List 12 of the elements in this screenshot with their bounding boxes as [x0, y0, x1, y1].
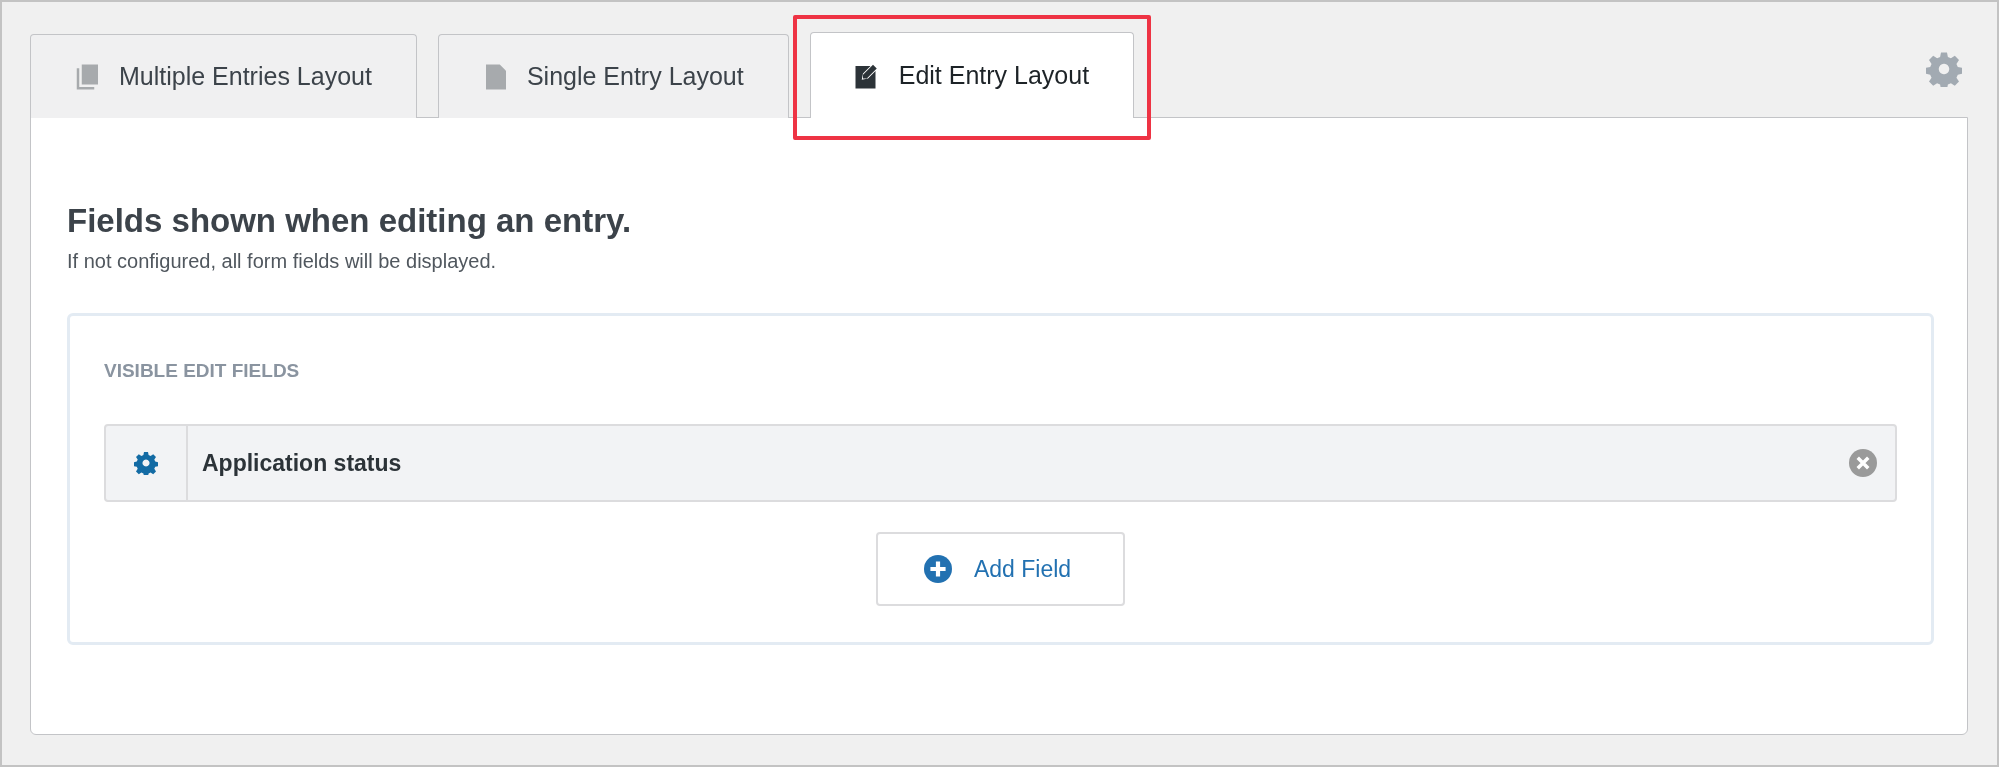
tab[interactable]: Single Entry Layout — [437, 34, 789, 118]
field-row[interactable]: Application status — [104, 424, 1897, 502]
settings-icon[interactable] — [134, 451, 158, 475]
tab[interactable]: Multiple Entries Layout — [30, 34, 417, 118]
plus-icon — [923, 555, 952, 583]
section-title: VISIBLE EDIT FIELDS — [104, 360, 301, 382]
add-field-button[interactable]: Add Field — [875, 532, 1126, 606]
tab[interactable]: Edit Entry Layout — [809, 32, 1135, 118]
close-icon[interactable] — [1849, 449, 1877, 477]
section-heading: Fields shown when editing an entry. — [67, 202, 633, 240]
description: If not configured, all form fields will be displayed. — [67, 250, 498, 273]
field-label: Application status — [201, 449, 403, 477]
